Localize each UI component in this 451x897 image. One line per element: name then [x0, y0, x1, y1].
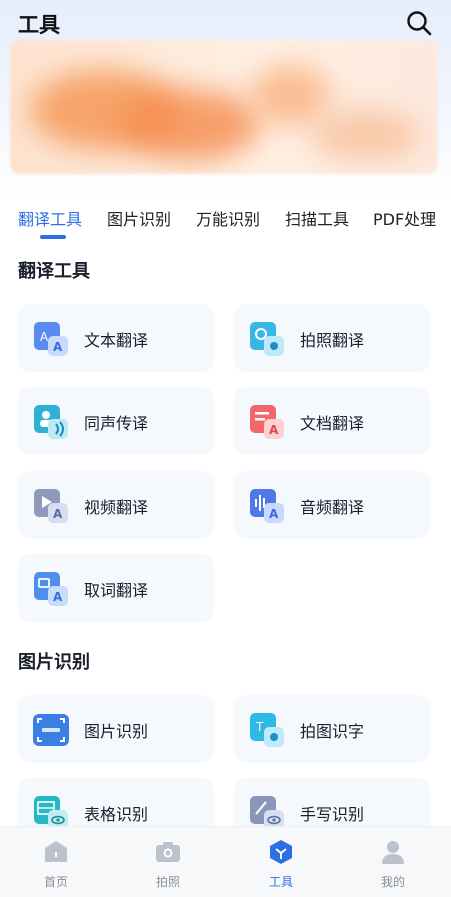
tool-card-photo-translate[interactable]: 拍照翻译	[234, 304, 430, 372]
audio-translate-icon: A	[250, 489, 284, 523]
section-title-image-recognition: 图片识别	[18, 652, 90, 673]
tool-label: 拍照翻译	[300, 331, 365, 350]
document-translate-icon: A	[250, 405, 284, 439]
promo-banner[interactable]	[10, 40, 438, 174]
home-icon	[45, 841, 67, 862]
tool-label: 取词翻译	[84, 581, 149, 600]
svg-text:A: A	[269, 423, 279, 437]
profile-icon	[382, 841, 404, 864]
svg-text:T: T	[255, 720, 264, 734]
nav-tools[interactable]: 工具	[225, 827, 337, 897]
tool-label: 文档翻译	[300, 414, 365, 433]
photo-translate-icon	[250, 322, 284, 356]
tool-label: 同声传译	[84, 414, 149, 433]
tab-image-recognition[interactable]: 图片识别	[107, 206, 171, 230]
tool-card-document-translate[interactable]: A 文档翻译	[234, 387, 430, 455]
tool-label: 视频翻译	[84, 498, 149, 517]
nav-label: 工具	[268, 875, 293, 889]
tool-card-audio-translate[interactable]: A 音频翻译	[234, 471, 430, 539]
photo-text-recognize-icon: T	[250, 713, 284, 747]
tool-card-photo-text-recognize[interactable]: T 拍图识字	[234, 695, 430, 763]
svg-text:A: A	[53, 590, 63, 604]
tab-universal-recognition[interactable]: 万能识别	[196, 206, 260, 230]
tool-label: 手写识别	[300, 805, 365, 824]
tool-card-image-recognize[interactable]: 图片识别	[18, 695, 214, 763]
tab-pdf-tools[interactable]: PDF处理	[373, 206, 436, 230]
nav-label: 拍照	[155, 875, 180, 889]
image-recognize-icon	[33, 714, 69, 746]
tab-scan-tools[interactable]: 扫描工具	[285, 206, 349, 230]
svg-text:A: A	[53, 340, 63, 354]
text-translate-icon: A A	[34, 322, 68, 356]
svg-text:A: A	[40, 330, 49, 344]
tab-translate-tools[interactable]: 翻译工具	[18, 206, 82, 230]
tool-card-text-translate[interactable]: A A 文本翻译	[18, 304, 214, 372]
section-title-translate: 翻译工具	[18, 261, 90, 282]
tool-label: 文本翻译	[84, 331, 149, 350]
bottom-navigation: 首页 拍照 工具 我的	[0, 826, 451, 897]
camera-icon	[156, 842, 180, 862]
search-icon[interactable]	[405, 9, 433, 37]
header: 工具	[0, 0, 451, 44]
word-pick-translate-icon: A	[34, 572, 68, 606]
svg-text:A: A	[53, 507, 63, 521]
nav-label: 首页	[43, 875, 68, 889]
tool-label: 音频翻译	[300, 498, 365, 517]
nav-home[interactable]: 首页	[0, 827, 112, 897]
active-tab-indicator	[40, 235, 66, 239]
tool-label: 表格识别	[84, 805, 149, 824]
tool-card-simultaneous-interpret[interactable]: 同声传译	[18, 387, 214, 455]
nav-camera[interactable]: 拍照	[112, 827, 224, 897]
nav-profile[interactable]: 我的	[337, 827, 449, 897]
tool-label: 拍图识字	[300, 722, 365, 741]
video-translate-icon: A	[34, 489, 68, 523]
tool-card-video-translate[interactable]: A 视频翻译	[18, 471, 214, 539]
tool-card-word-pick-translate[interactable]: A 取词翻译	[18, 554, 214, 622]
nav-label: 我的	[380, 875, 405, 889]
svg-text:A: A	[269, 507, 279, 521]
tools-icon	[270, 840, 292, 864]
simultaneous-interpret-icon	[34, 405, 68, 439]
category-tabs: 翻译工具 图片识别 万能识别 扫描工具 PDF处理	[0, 200, 451, 244]
page-title: 工具	[18, 13, 60, 37]
tool-label: 图片识别	[84, 722, 149, 741]
